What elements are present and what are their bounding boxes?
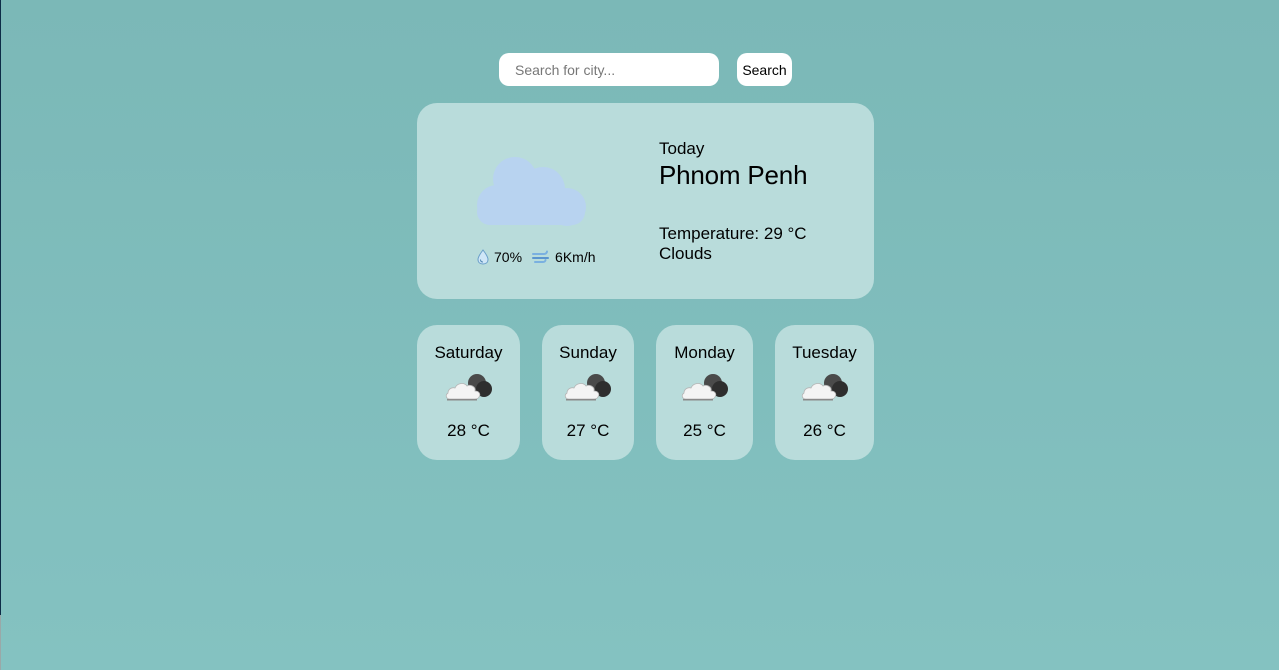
sun-behind-cloud-icon	[801, 374, 848, 401]
water-drop-icon	[477, 249, 489, 265]
forecast-day: Sunday	[559, 343, 617, 362]
forecast-day: Saturday	[434, 343, 503, 362]
sun-behind-cloud-icon	[445, 374, 492, 401]
window-edge-lower	[0, 615, 1, 670]
forecast-day: Tuesday	[792, 343, 857, 362]
forecast-card-sunday: Sunday 27 °C	[542, 325, 634, 460]
forecast-card-monday: Monday 25 °C	[656, 325, 753, 460]
wind-icon	[532, 250, 550, 263]
search-input[interactable]	[499, 53, 719, 86]
forecast-temp: 25 °C	[683, 421, 726, 440]
forecast-card-saturday: Saturday 28 °C	[417, 325, 520, 460]
forecast-temp: 27 °C	[566, 421, 610, 440]
sun-behind-cloud-icon	[564, 374, 611, 401]
search-button[interactable]: Search	[737, 53, 792, 86]
search-bar: Search	[499, 53, 792, 86]
condition-text: Clouds	[659, 244, 712, 263]
forecast-card-tuesday: Tuesday 26 °C	[775, 325, 874, 460]
humidity-stat: 70%	[477, 249, 522, 265]
wind-stat: 6Km/h	[532, 249, 596, 265]
forecast-temp: 26 °C	[803, 421, 846, 440]
wind-value: 6Km/h	[555, 249, 596, 265]
temperature-text: Temperature: 29 °C	[659, 224, 807, 243]
city-name: Phnom Penh	[659, 160, 808, 190]
location-block: Today Phnom Penh	[659, 139, 808, 191]
current-weather-card: 70% 6Km/h Today Phnom Penh Temperature: …	[417, 103, 874, 299]
forecast-day: Monday	[674, 343, 735, 362]
humidity-value: 70%	[494, 249, 523, 265]
today-label: Today	[659, 139, 705, 158]
cloud-icon	[477, 157, 586, 226]
window-edge	[0, 0, 1, 615]
sun-behind-cloud-icon	[681, 374, 728, 401]
weather-stats: 70% 6Km/h	[477, 249, 596, 265]
forecast-temp: 28 °C	[447, 421, 490, 440]
